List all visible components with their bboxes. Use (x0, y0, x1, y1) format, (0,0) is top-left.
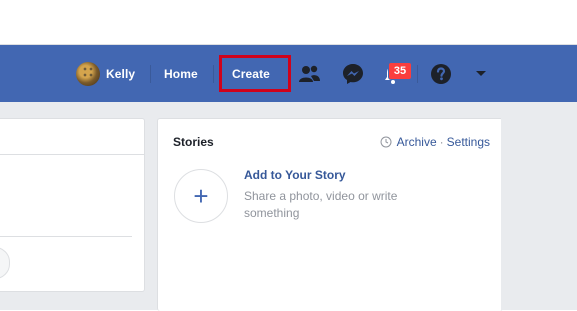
top-navbar: Kelly Home Create 35 (0, 45, 577, 103)
stories-links: Archive · Settings (380, 135, 490, 149)
create-highlight-box (219, 55, 291, 92)
add-story-title[interactable]: Add to Your Story (244, 168, 346, 182)
messenger-icon[interactable] (340, 45, 366, 102)
card-divider (0, 236, 132, 237)
help-icon[interactable] (428, 45, 454, 102)
home-label: Home (164, 66, 198, 81)
nav-separator (213, 65, 214, 83)
right-gutter (501, 102, 577, 310)
card-divider (0, 154, 144, 155)
friend-requests-icon[interactable] (297, 45, 323, 102)
link-separator: · (439, 135, 444, 149)
add-story-button[interactable]: + (174, 169, 228, 223)
composer-pill-button[interactable] (0, 247, 10, 279)
account-menu-chevron-icon[interactable] (472, 45, 490, 102)
nav-separator (417, 65, 418, 83)
plus-icon: + (193, 180, 209, 211)
profile-name: Kelly (106, 66, 136, 81)
browser-top-area (0, 0, 577, 45)
stories-card: Stories Archive · Settings + Add to Your… (157, 118, 503, 311)
home-link[interactable]: Home (164, 45, 198, 102)
stories-title: Stories (173, 135, 214, 149)
settings-link[interactable]: Settings (447, 135, 490, 149)
composer-card (0, 118, 145, 292)
nav-separator (150, 65, 151, 83)
profile-link[interactable]: Kelly (76, 45, 135, 102)
notifications-badge: 35 (388, 62, 412, 80)
archive-clock-icon (380, 136, 392, 148)
avatar (76, 61, 100, 86)
archive-link[interactable]: Archive (397, 135, 437, 149)
add-story-subtitle: Share a photo, video or write something (244, 189, 398, 220)
